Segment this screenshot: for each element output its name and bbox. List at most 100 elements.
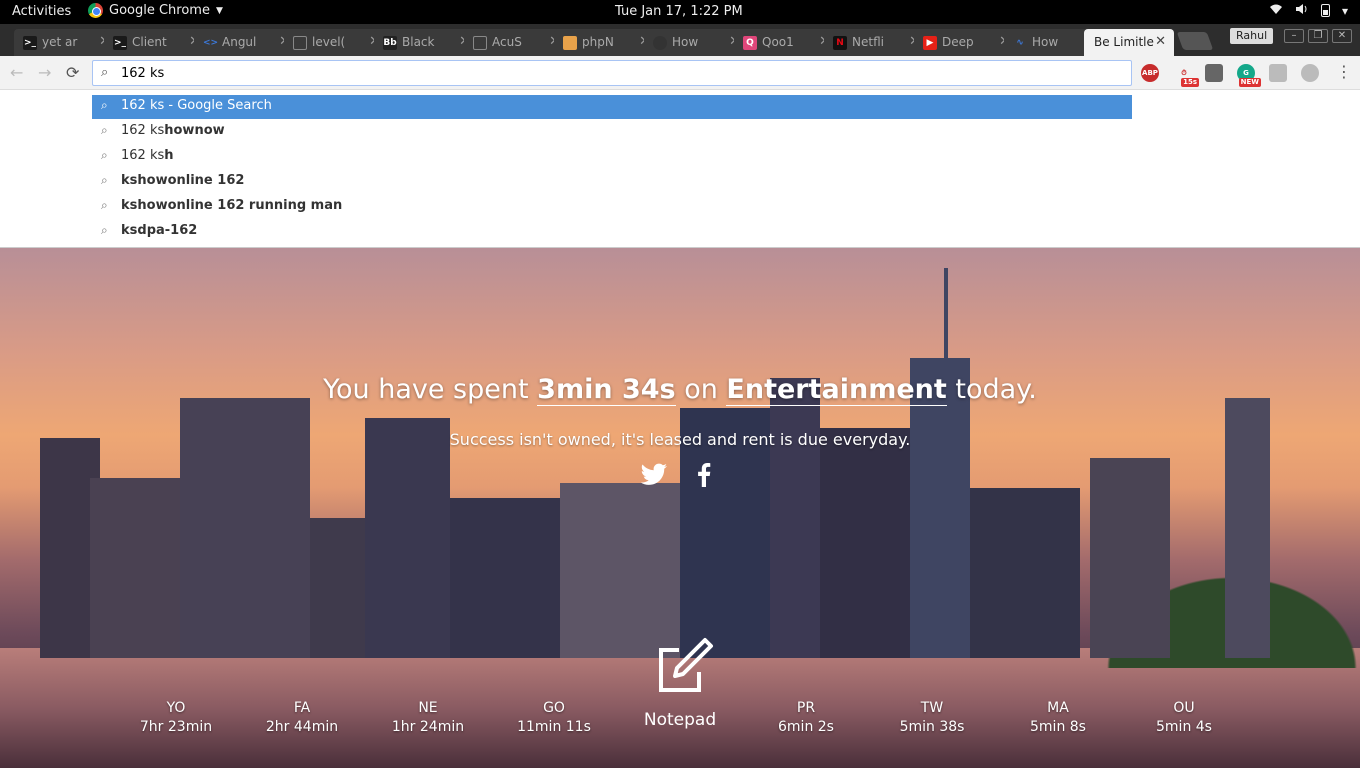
terminal-icon: >_ (23, 36, 37, 50)
tab-title: How (672, 35, 699, 49)
app-menu[interactable]: Google Chrome ▼ (88, 3, 223, 18)
timer-badge: 15s (1181, 78, 1199, 87)
site-duration: 5min 38s (899, 719, 965, 735)
suggestion-text: 162 ks - Google Search (121, 98, 272, 113)
quora-icon: Q (743, 36, 757, 50)
forward-button[interactable]: → (38, 63, 51, 82)
tab[interactable]: >_ yet ar ✕ (14, 29, 118, 56)
suggestion-text: 162 ks (121, 123, 165, 138)
time-spent-value[interactable]: 3min 34s (537, 374, 676, 406)
close-icon[interactable]: ✕ (1155, 34, 1166, 49)
tab[interactable]: <> Angul ✕ (194, 29, 298, 56)
adblock-plus-icon[interactable]: ABP (1141, 64, 1159, 82)
site-code: PR (796, 700, 816, 716)
grammarly-badge: NEW (1238, 78, 1261, 87)
notepad-button[interactable]: Notepad (640, 632, 720, 730)
site-code: TW (920, 700, 944, 716)
search-icon: ⌕ (101, 123, 108, 137)
twitter-icon[interactable] (640, 463, 668, 493)
back-button[interactable]: ← (10, 63, 23, 82)
time-spent-headline: You have spent 3min 34s on Entertainment… (0, 374, 1360, 406)
new-tab-button[interactable] (1176, 32, 1214, 50)
shield-extension-icon[interactable] (1269, 64, 1287, 82)
omnibox[interactable]: ⌕ (92, 60, 1132, 86)
site-stat[interactable]: GO 11min 11s (504, 700, 604, 737)
tab-title: Black (402, 35, 435, 49)
site-duration: 1hr 24min (391, 719, 465, 735)
site-duration: 5min 8s (1030, 719, 1086, 735)
site-duration: 11min 11s (517, 719, 591, 735)
site-duration: 6min 2s (778, 719, 834, 735)
site-code: YO (166, 700, 186, 716)
tab[interactable]: Q Qoo1 ✕ (734, 29, 838, 56)
address-input[interactable] (121, 64, 1121, 82)
tab-title: Angul (222, 35, 257, 49)
headline-suffix: today. (946, 374, 1037, 405)
site-stat[interactable]: NE 1hr 24min (378, 700, 478, 737)
omnibox-suggestions: ⌕ 162 ks - Google Search ⌕ 162 kshownow … (0, 90, 1360, 248)
category-name[interactable]: Entertainment (726, 374, 947, 406)
tab[interactable]: level( ✕ (284, 29, 388, 56)
volume-icon (1295, 3, 1309, 18)
grammarly-icon[interactable]: G NEW (1237, 64, 1261, 87)
tab-title: Be Limitle (1094, 35, 1154, 49)
suggestion-text: 162 ks (121, 148, 165, 163)
search-icon: ⌕ (101, 173, 108, 187)
blackboard-icon: Bb (383, 36, 397, 50)
activities-button[interactable]: Activities (12, 4, 71, 19)
tab[interactable]: Bb Black ✕ (374, 29, 478, 56)
youtube-icon: ▶ (923, 36, 937, 50)
tab[interactable]: >_ Client ✕ (104, 29, 208, 56)
site-stat[interactable]: MA 5min 8s (1008, 700, 1108, 737)
site-code: OU (1173, 700, 1195, 716)
facebook-icon[interactable] (697, 463, 711, 493)
tab-title: phpN (582, 35, 614, 49)
tab[interactable]: ▶ Deep ✕ (914, 29, 1018, 56)
circle-extension-icon[interactable] (1301, 64, 1319, 82)
tab-title: level( (312, 35, 346, 49)
tab[interactable]: AcuS ✕ (464, 29, 568, 56)
site-stat[interactable]: FA 2hr 44min (252, 700, 352, 737)
minimize-button[interactable]: – (1284, 29, 1304, 43)
timer-extension-icon[interactable]: ⏱ 15s (1175, 64, 1199, 87)
system-tray[interactable]: ▾ (1269, 3, 1348, 18)
site-stat[interactable]: YO 7hr 23min (126, 700, 226, 737)
site-duration: 7hr 23min (139, 719, 213, 735)
ghost-extension-icon[interactable] (1205, 64, 1223, 82)
quote-text: Success isn't owned, it's leased and ren… (449, 430, 911, 449)
search-icon: ⌕ (101, 98, 108, 112)
site-stat[interactable]: TW 5min 38s (882, 700, 982, 737)
site-stat[interactable]: OU 5min 4s (1134, 700, 1234, 737)
search-icon: ⌕ (101, 223, 108, 237)
caret-down-icon: ▼ (215, 5, 223, 16)
browser-toolbar: ← → ⟳ ⌕ ABP ⏱15s GNEW ⋮ (0, 56, 1360, 90)
notepad-icon (659, 638, 713, 692)
reload-button[interactable]: ⟳ (66, 63, 79, 82)
close-window-button[interactable]: ✕ (1332, 29, 1352, 43)
suggestion-bold: ksdpa-162 (121, 223, 198, 238)
headline-prefix: You have spent (323, 374, 538, 405)
clock[interactable]: Tue Jan 17, 1:22 PM (615, 4, 743, 19)
suggestion-item[interactable]: ⌕ ksdpa-162 (92, 220, 1132, 244)
site-code: GO (543, 700, 565, 716)
tab[interactable]: phpN ✕ (554, 29, 658, 56)
site-stat[interactable]: PR 6min 2s (756, 700, 856, 737)
netflix-icon: N (833, 36, 847, 50)
suggestion-bold: hownow (164, 123, 225, 138)
tab-active[interactable]: Be Limitle ✕ (1084, 29, 1174, 56)
wifi-icon (1269, 3, 1283, 18)
suggestion-item[interactable]: ⌕ kshowonline 162 running man (92, 195, 1132, 219)
maximize-button[interactable]: ❐ (1308, 29, 1328, 43)
suggestion-item[interactable]: ⌕ 162 ks - Google Search (92, 95, 1132, 119)
chrome-menu-icon[interactable]: ⋮ (1336, 62, 1352, 81)
suggestion-item[interactable]: ⌕ 162 ksh (92, 145, 1132, 169)
suggestion-item[interactable]: ⌕ kshowonline 162 (92, 170, 1132, 194)
suggestion-item[interactable]: ⌕ 162 kshownow (92, 120, 1132, 144)
profile-button[interactable]: Rahul (1230, 28, 1274, 44)
phpmyadmin-icon (563, 36, 577, 50)
tab[interactable]: N Netfli ✕ (824, 29, 928, 56)
tab-title: yet ar (42, 35, 78, 49)
tab-title: Qoo1 (762, 35, 794, 49)
tab[interactable]: How ✕ (644, 29, 748, 56)
site-code: FA (293, 700, 311, 716)
